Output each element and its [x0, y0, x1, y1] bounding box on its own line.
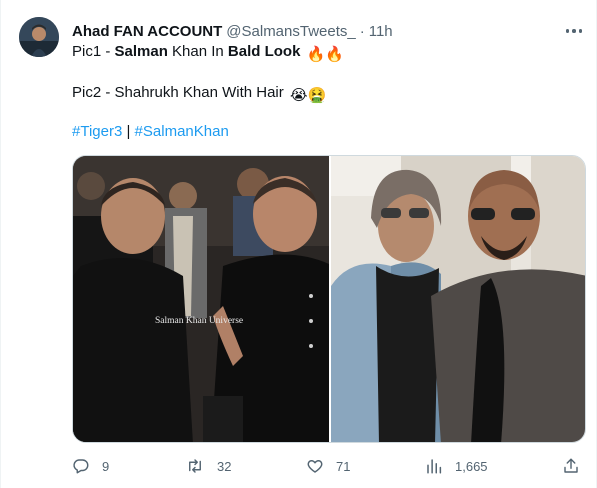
tweet-header: Ahad FAN ACCOUNT @SalmansTweets_ · 11h	[72, 20, 393, 42]
more-dot-icon	[572, 29, 576, 33]
like-count: 71	[336, 458, 351, 474]
author-name[interactable]: Ahad FAN ACCOUNT	[72, 23, 222, 40]
tweet-actions: 9 32 71 1,665	[72, 453, 587, 479]
tweet-card[interactable]: Ahad FAN ACCOUNT @SalmansTweets_ · 11h P…	[0, 0, 597, 488]
tweet-hashtags: #Tiger3 | #SalmanKhan	[72, 122, 229, 142]
line1-prefix: Pic1 -	[72, 43, 115, 60]
tweet-text-line1: Pic1 - Salman Khan In Bald Look 🔥🔥	[72, 42, 344, 65]
reply-icon	[73, 459, 89, 474]
view-count: 1,665	[455, 458, 488, 474]
line1-bold-look: Bald Look	[227, 43, 301, 60]
heart-icon	[307, 460, 323, 473]
tweet-text-line2: Pic2 - Shahrukh Khan With Hair 😭🤮	[72, 83, 326, 106]
line1-mid: Khan In	[167, 43, 228, 60]
more-dot-icon	[578, 29, 583, 33]
hashtag-tiger3[interactable]: #Tiger3	[72, 123, 122, 140]
retweet-count: 32	[217, 458, 232, 474]
share-icon	[564, 458, 578, 473]
line2-text: Pic2 - Shahrukh Khan With Hair	[72, 84, 284, 101]
photo-shahrukh-hair[interactable]	[331, 156, 585, 442]
more-options-button[interactable]	[559, 18, 589, 44]
views-button[interactable]: 1,665	[425, 453, 488, 479]
hashtag-salmankhan[interactable]: #SalmanKhan	[135, 123, 229, 140]
retweet-button[interactable]: 32	[185, 453, 231, 479]
retweet-icon	[189, 459, 201, 473]
reply-button[interactable]: 9	[72, 453, 109, 479]
photo-watermark: Salman Khan Universe	[155, 316, 244, 326]
crying-vomit-emoji-icon: 😭🤮	[289, 87, 327, 104]
avatar[interactable]	[19, 17, 59, 57]
separator-dot: ·	[359, 22, 365, 40]
media-grid: Salman Khan Universe	[72, 155, 586, 443]
author-handle[interactable]: @SalmansTweets_	[226, 23, 355, 40]
hashtag-separator: |	[122, 123, 135, 140]
photo-salman-bald[interactable]: Salman Khan Universe	[73, 156, 329, 442]
more-dot-icon	[565, 29, 570, 33]
reply-count: 9	[102, 458, 110, 474]
timestamp[interactable]: 11h	[369, 23, 393, 40]
like-button[interactable]: 71	[306, 453, 350, 479]
line1-bold-name: Salman	[114, 43, 168, 60]
bar-chart-icon	[427, 459, 442, 474]
fire-emoji-icon: 🔥🔥	[306, 46, 344, 63]
share-button[interactable]	[562, 453, 580, 479]
